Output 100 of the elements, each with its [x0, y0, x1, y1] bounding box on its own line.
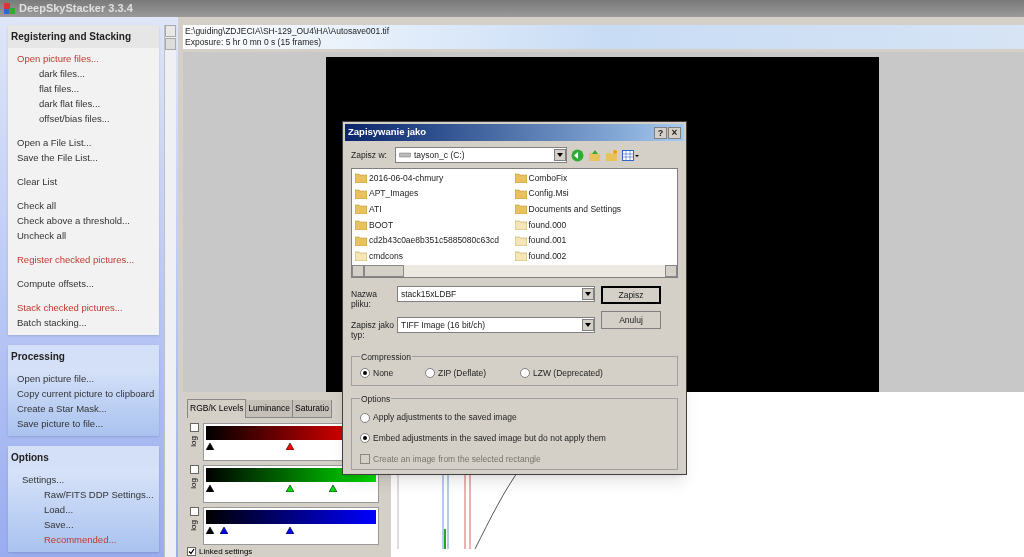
sidebar-link[interactable]: dark flat files...: [17, 96, 159, 111]
sidebar-link[interactable]: Compute offsets...: [17, 276, 159, 291]
group-title: Options: [360, 392, 392, 406]
file-type-label: Zapisz jako typ:: [351, 319, 395, 340]
folder-item[interactable]: found.002: [514, 249, 674, 264]
radio-button[interactable]: [360, 368, 370, 379]
sidebar-link[interactable]: offset/bias files...: [17, 111, 159, 126]
sidebar-link[interactable]: dark files...: [17, 66, 159, 81]
folder-icon: [355, 204, 367, 215]
checkbox-label: Linked settings: [199, 546, 253, 556]
file-type-dropdown[interactable]: TIFF Image (16 bit/ch): [397, 317, 595, 333]
level-slider[interactable]: [203, 506, 379, 545]
folder-icon: [355, 220, 367, 230]
checkbox[interactable]: [187, 546, 196, 556]
sidebar-link[interactable]: Load...: [22, 502, 159, 517]
folder-icon: [514, 235, 527, 246]
log-label: log: [190, 477, 198, 489]
file-name-field[interactable]: stack15xLDBF: [397, 286, 595, 302]
sidebar-link[interactable]: Raw/FITS DDP Settings...: [22, 487, 159, 502]
checkbox[interactable]: [189, 422, 199, 432]
level-slider[interactable]: [203, 464, 379, 503]
folder-item[interactable]: found.001: [514, 233, 674, 248]
log-label: log: [190, 519, 198, 531]
sidebar-link[interactable]: Check above a threshold...: [17, 213, 159, 228]
sidebar-link[interactable]: Open picture files...: [17, 51, 159, 66]
scrollbar[interactable]: [164, 25, 176, 557]
panel-title: Registering and Stacking: [8, 25, 159, 48]
dialog-button[interactable]: Zapisz: [601, 286, 661, 304]
radio-button[interactable]: [520, 368, 530, 379]
checkbox-label: Create an image from the selected rectangle: [373, 452, 541, 466]
sidebar-link[interactable]: Stack checked pictures...: [17, 300, 159, 315]
exposure-text: Exposure: 5 hr 0 mn 0 s (15 frames): [185, 37, 323, 48]
folder-icon: [514, 251, 527, 262]
checkbox[interactable]: [189, 464, 199, 474]
folder-item[interactable]: cmdcons: [355, 249, 515, 264]
tab[interactable]: Luminance: [246, 400, 293, 418]
sidebar-link[interactable]: Open picture file...: [17, 371, 159, 386]
file-name-label: Nazwa pliku:: [351, 288, 378, 309]
sidebar-link[interactable]: Register checked pictures...: [17, 252, 159, 267]
group-title: Compression: [360, 351, 413, 364]
radio-label: None: [373, 366, 394, 380]
save-in-dropdown[interactable]: tayson_c (C:): [395, 147, 567, 163]
level-marker-icon[interactable]: [329, 484, 338, 492]
radio-button[interactable]: [425, 368, 435, 379]
panel-title: Processing: [8, 345, 159, 368]
app-icon: [4, 3, 15, 14]
sidebar-link[interactable]: Open a File List...: [17, 135, 159, 150]
folder-item[interactable]: Documents and Settings: [514, 202, 674, 217]
radio-label: Embed adjustments in the saved image but do not apply them: [373, 432, 606, 445]
log-label: log: [190, 435, 198, 447]
folder-icon: [355, 188, 367, 199]
level-marker-icon[interactable]: [220, 526, 229, 534]
folder-item[interactable]: BOOT: [355, 218, 515, 232]
save-in-label: Zapisz w:: [351, 148, 388, 162]
radio-button[interactable]: [360, 433, 370, 444]
level-marker-icon[interactable]: [286, 526, 294, 534]
horizontal-scrollbar[interactable]: [352, 265, 677, 277]
level-marker-icon[interactable]: [206, 526, 214, 534]
drive-icon: [399, 152, 411, 158]
dialog-button[interactable]: Anuluj: [601, 311, 661, 329]
radio-label: Apply adjustments to the saved image: [373, 411, 517, 424]
level-marker-icon[interactable]: [206, 484, 214, 492]
view-menu-icon[interactable]: [622, 148, 640, 162]
sidebar-link[interactable]: flat files...: [17, 81, 159, 96]
radio-button[interactable]: [360, 412, 370, 423]
sidebar-link[interactable]: Uncheck all: [17, 228, 159, 243]
help-button[interactable]: ?: [654, 126, 667, 139]
folder-item[interactable]: ComboFix: [514, 171, 674, 185]
radio-label: ZIP (Deflate): [438, 366, 487, 380]
radio-label: LZW (Deprecated): [533, 366, 603, 380]
checkbox[interactable]: [189, 506, 199, 516]
sidebar-link[interactable]: Copy current picture to clipboard: [17, 386, 159, 401]
folder-item[interactable]: found.000: [514, 218, 674, 232]
level-marker-icon[interactable]: [286, 484, 294, 492]
sidebar-link[interactable]: Save...: [22, 517, 159, 532]
sidebar-link[interactable]: Batch stacking...: [17, 315, 159, 330]
folder-item[interactable]: APT_Images: [355, 186, 515, 201]
folder-icon: [355, 235, 367, 246]
close-button[interactable]: ×: [668, 126, 681, 139]
sidebar-link[interactable]: Save the File List...: [17, 150, 159, 165]
panel-title: Options: [8, 446, 159, 469]
tab[interactable]: RGB/K Levels: [187, 399, 247, 418]
level-marker-icon[interactable]: [206, 442, 214, 450]
folder-item[interactable]: Config.Msi: [514, 186, 674, 201]
sidebar-link[interactable]: Check all: [17, 198, 159, 213]
sidebar-link[interactable]: Settings...: [22, 472, 159, 487]
tab[interactable]: Saturatio: [293, 400, 332, 418]
folder-item[interactable]: 2016-06-04-chmury: [355, 171, 515, 185]
back-icon[interactable]: [571, 148, 584, 162]
level-marker-icon[interactable]: [286, 442, 294, 450]
folder-icon: [514, 188, 527, 199]
folder-icon: [355, 173, 367, 183]
sidebar-link[interactable]: Clear List: [17, 174, 159, 189]
folder-icon: [514, 220, 527, 230]
sidebar-link[interactable]: Save picture to file...: [17, 416, 159, 431]
folder-item[interactable]: cd2b43c0ae8b351c5885080c63cd: [355, 233, 515, 248]
sidebar-link[interactable]: Create a Star Mask...: [17, 401, 159, 416]
window-title: DeepSkyStacker 3.3.4: [19, 1, 133, 17]
folder-item[interactable]: ATI: [355, 202, 515, 217]
folder-icon: [514, 173, 527, 183]
